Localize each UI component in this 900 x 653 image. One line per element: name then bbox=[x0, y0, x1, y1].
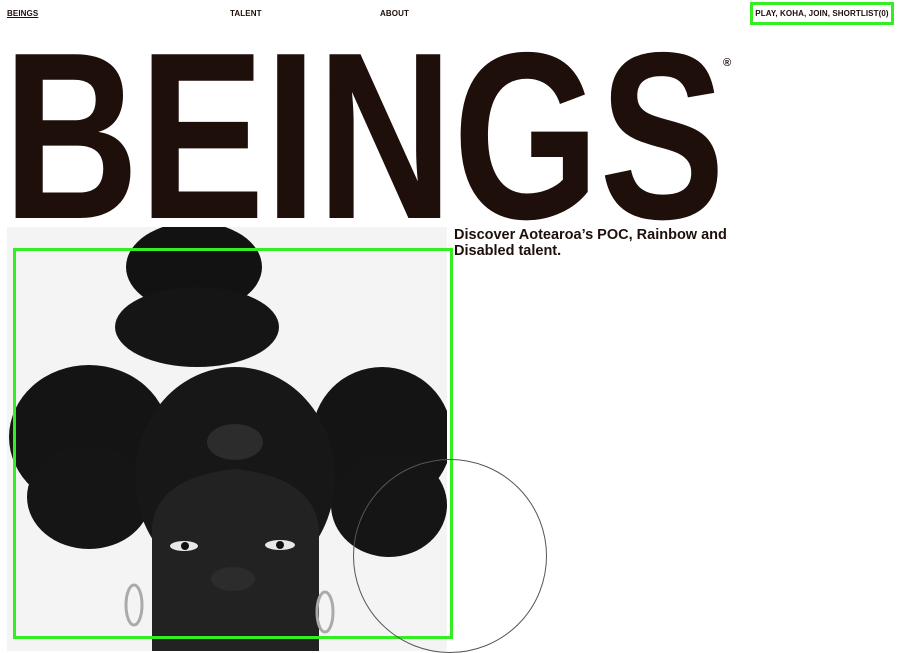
wordmark-graphic: BEINGS ® bbox=[3, 4, 731, 269]
hero-wordmark: BEINGS ® bbox=[3, 4, 738, 269]
shortlist-menu-button[interactable]: PLAY, KOHA, JOIN, SHORTLIST(0) bbox=[750, 2, 894, 25]
shortlist-menu-label: PLAY, KOHA, JOIN, SHORTLIST(0) bbox=[755, 9, 889, 18]
registered-mark: ® bbox=[723, 57, 731, 69]
cursor-circle bbox=[353, 459, 547, 653]
hero-tagline: Discover Aotearoa’s POC, Rainbow and Dis… bbox=[454, 227, 727, 259]
